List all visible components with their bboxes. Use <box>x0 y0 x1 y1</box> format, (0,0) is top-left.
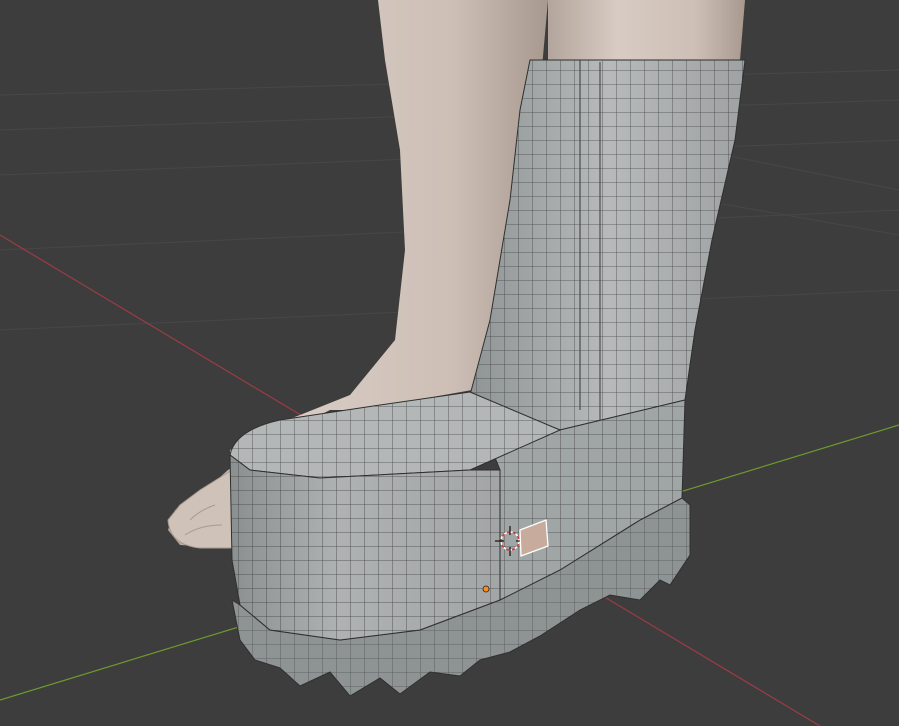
3d-viewport[interactable] <box>0 0 899 726</box>
object-origin-icon <box>482 585 490 593</box>
viewport-canvas[interactable] <box>0 0 899 726</box>
